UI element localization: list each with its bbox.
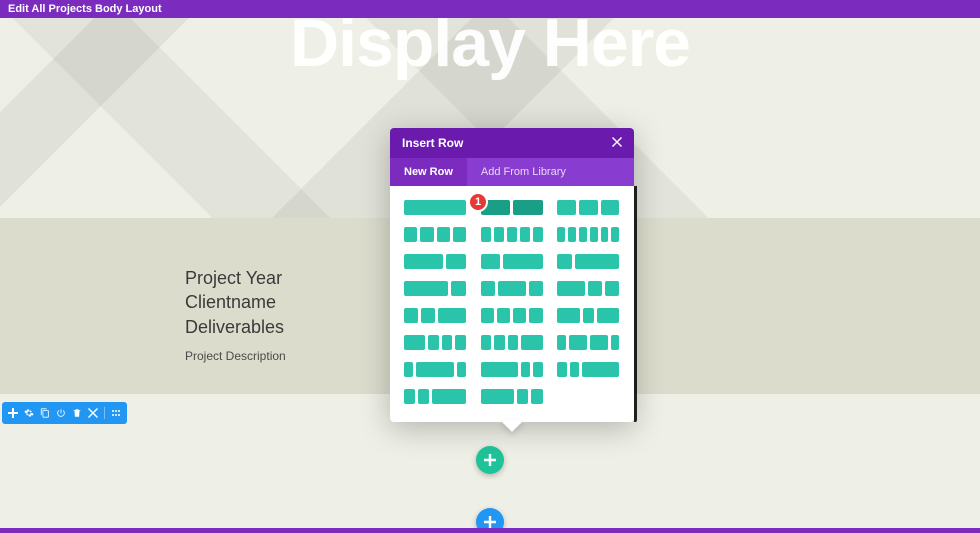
top-bar-title: Edit All Projects Body Layout [8,3,162,15]
add-row-button[interactable] [476,446,504,474]
tab-add-from-library[interactable]: Add From Library [467,158,580,186]
project-info-text: Project Year Clientname Deliverables Pro… [185,266,286,363]
layout-4-1-1[interactable] [481,362,543,377]
layout-5col[interactable] [481,227,543,242]
popover-header: Insert Row [390,128,634,158]
layout-2-1-1[interactable] [557,281,619,296]
insert-row-popover: Insert Row New Row Add From Library 1 [390,128,634,422]
layout-3-1[interactable] [404,281,466,296]
info-year: Project Year [185,266,286,290]
info-deliverables: Deliverables [185,315,286,339]
layout-3col[interactable] [557,200,619,215]
layout-1-2-2-1[interactable] [557,335,619,350]
popover-tail [500,420,524,432]
gear-icon[interactable] [22,406,36,420]
popover-title: Insert Row [402,136,463,150]
more-icon[interactable] [109,406,123,420]
layout-1-2[interactable] [481,254,543,269]
layout-1col[interactable] [404,200,466,215]
step-badge: 1 [468,192,488,212]
popover-tabs: New Row Add From Library [390,158,634,186]
layout-4col[interactable] [404,227,466,242]
copy-icon[interactable] [38,406,52,420]
plus-icon[interactable] [6,406,20,420]
layout-2-1[interactable] [404,254,466,269]
layout-1-1-4[interactable] [557,362,619,377]
section-toolbar [2,402,127,424]
layout-1-3[interactable] [557,254,619,269]
bottom-strip [0,528,980,533]
layout-1-4-1[interactable] [404,362,466,377]
layout-1-1-1-2[interactable] [481,335,543,350]
layout-1-2s-1[interactable] [481,308,543,323]
layout-2-1-2[interactable] [557,308,619,323]
info-client: Clientname [185,290,286,314]
tab-new-row[interactable]: New Row [390,158,467,186]
layout-6col[interactable] [557,227,619,242]
close-icon[interactable] [86,406,100,420]
layout-1s-3[interactable] [404,389,466,404]
trash-icon[interactable] [70,406,84,420]
layout-1-1-2[interactable] [404,308,466,323]
top-bar: Edit All Projects Body Layout [0,0,980,18]
layout-1-2-1[interactable] [481,281,543,296]
popover-close-button[interactable] [612,136,622,150]
layout-3-1s[interactable] [481,389,543,404]
hero-title: Display Here [0,18,980,82]
row-layouts-grid: 1 [390,186,634,422]
popover-scroll-edge [634,186,637,422]
layout-2-1-1-1[interactable] [404,335,466,350]
toolbar-divider [104,407,105,419]
info-description: Project Description [185,349,286,363]
power-icon[interactable] [54,406,68,420]
layout-2col[interactable] [481,200,543,215]
